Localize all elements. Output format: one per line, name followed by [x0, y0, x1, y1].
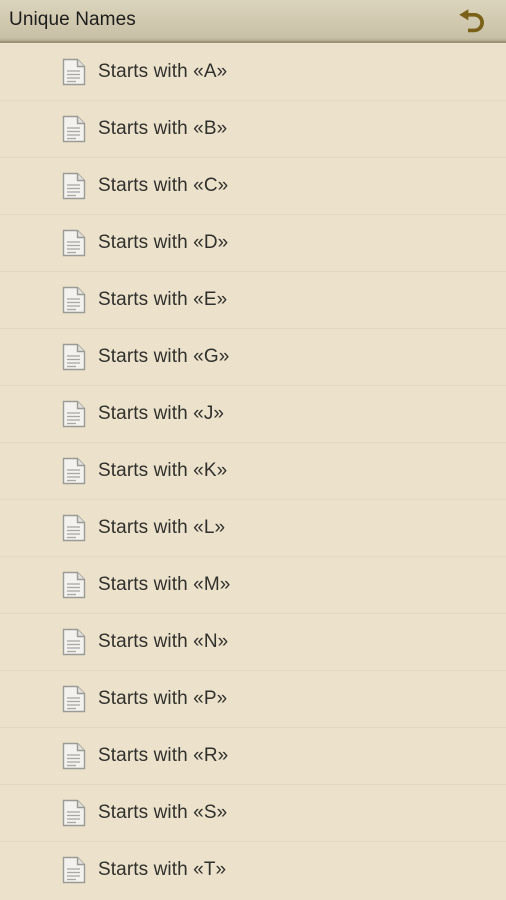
list-item-label: Starts with «P» [98, 687, 228, 709]
document-icon [62, 400, 86, 428]
list-item[interactable]: Starts with «G» [0, 328, 506, 385]
document-icon [62, 229, 86, 257]
list-item-label: Starts with «S» [98, 801, 228, 823]
list-item-label: Starts with «M» [98, 573, 231, 595]
names-list: Starts with «A» Starts with «B» Starts w… [0, 43, 506, 900]
list-item-label: Starts with «A» [98, 60, 228, 82]
list-item-label: Starts with «G» [98, 345, 230, 367]
list-item[interactable]: Starts with «T» [0, 841, 506, 898]
titlebar-actions [449, 2, 496, 40]
document-icon [62, 115, 86, 143]
document-icon [62, 58, 86, 86]
list-item[interactable]: Starts with «S» [0, 784, 506, 841]
back-arrow-icon [455, 7, 485, 35]
list-item[interactable]: Starts with «D» [0, 214, 506, 271]
document-icon [62, 799, 86, 827]
list-item[interactable]: Starts with «J» [0, 385, 506, 442]
list-item[interactable]: Starts with «M» [0, 556, 506, 613]
list-item[interactable]: Starts with «A» [0, 43, 506, 100]
list-item-label: Starts with «L» [98, 516, 226, 538]
document-icon [62, 856, 86, 884]
document-icon [62, 172, 86, 200]
list-item[interactable]: Starts with «N» [0, 613, 506, 670]
document-icon [62, 685, 86, 713]
document-icon [62, 742, 86, 770]
list-item-label: Starts with «T» [98, 858, 227, 880]
list-item[interactable]: Starts with «B» [0, 100, 506, 157]
list-item[interactable]: Starts with «K» [0, 442, 506, 499]
document-icon [62, 514, 86, 542]
list-item-label: Starts with «D» [98, 231, 229, 253]
list-item[interactable]: Starts with «C» [0, 157, 506, 214]
document-icon [62, 571, 86, 599]
document-icon [62, 457, 86, 485]
page-title: Unique Names [9, 9, 136, 30]
list-item-label: Starts with «R» [98, 744, 229, 766]
titlebar: Unique Names [0, 0, 506, 43]
list-item-label: Starts with «E» [98, 288, 228, 310]
document-icon [62, 286, 86, 314]
list-item-label: Starts with «K» [98, 459, 228, 481]
back-button[interactable] [449, 2, 491, 40]
list-item[interactable]: Starts with «L» [0, 499, 506, 556]
list-item[interactable]: Starts with «P» [0, 670, 506, 727]
document-icon [62, 343, 86, 371]
document-icon [62, 628, 86, 656]
app-window: Unique Names Starts with «A» Starts with… [0, 0, 506, 900]
list-item-label: Starts with «N» [98, 630, 229, 652]
list-item-label: Starts with «C» [98, 174, 229, 196]
list-item-label: Starts with «B» [98, 117, 228, 139]
list-item[interactable]: Starts with «E» [0, 271, 506, 328]
list-item[interactable]: Starts with «R» [0, 727, 506, 784]
list-item-label: Starts with «J» [98, 402, 225, 424]
